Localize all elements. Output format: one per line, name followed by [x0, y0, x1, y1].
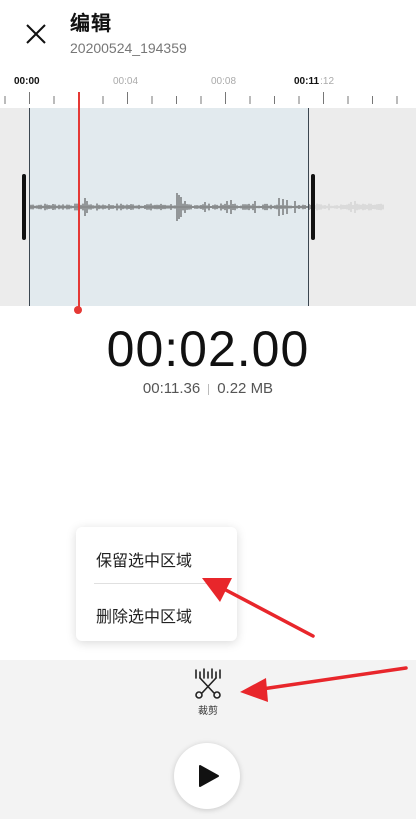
playhead-line[interactable]: [78, 92, 80, 308]
selection-end-handle[interactable]: [311, 174, 315, 240]
play-icon: [199, 765, 219, 787]
keep-selection-item[interactable]: 保留选中区域: [96, 547, 192, 571]
play-button[interactable]: [174, 743, 240, 809]
ruler-label-8: 00:08: [211, 76, 237, 87]
timeline-ruler[interactable]: 00:00 00:04 00:08 00:12 00:11: [0, 70, 416, 108]
selection-end-line: [308, 108, 309, 306]
info-divider: [208, 383, 210, 395]
file-name: 20200524_194359: [70, 40, 187, 56]
trim-options-menu: 保留选中区域 删除选中区域: [76, 527, 237, 641]
delete-selection-item[interactable]: 删除选中区域: [96, 603, 192, 627]
playhead-handle[interactable]: [74, 306, 82, 314]
duration-text: 00:11.36: [142, 380, 201, 397]
selection-start-line: [29, 108, 30, 306]
current-time: 00:02.00: [106, 321, 310, 377]
trim-label: 裁剪: [198, 706, 218, 717]
scissors-trim-icon: [195, 668, 221, 699]
waveform: [29, 193, 384, 221]
selection-end-label: 00:11: [294, 76, 321, 87]
ruler-label-0: 00:00: [14, 76, 40, 87]
close-icon[interactable]: [18, 16, 54, 52]
page-title: 编辑: [70, 11, 112, 35]
ruler-label-4: 00:04: [113, 76, 139, 87]
selection-start-handle[interactable]: [22, 174, 26, 240]
file-size-text: 0.22 MB: [217, 380, 274, 397]
menu-divider: [94, 583, 220, 584]
trim-button[interactable]: 裁剪: [183, 666, 233, 722]
ruler-ticks: [4, 92, 398, 104]
file-info: 00:11.36 0.22 MB: [0, 380, 416, 397]
